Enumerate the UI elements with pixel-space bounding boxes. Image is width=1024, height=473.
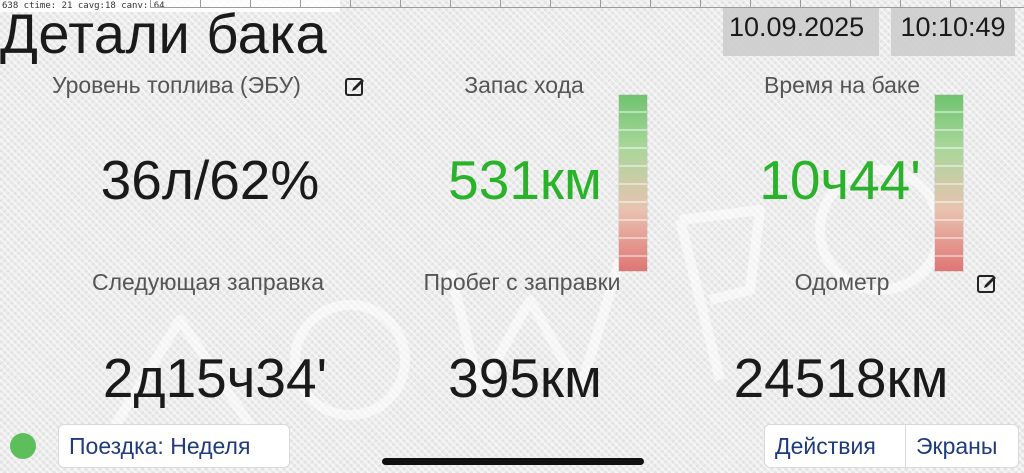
odometer-label: Одометр	[794, 269, 890, 295]
next-refuel-value: 2д15ч34'	[102, 347, 328, 409]
odometer-value: 24518км	[733, 347, 949, 409]
range-label: Запас хода	[464, 72, 584, 98]
status-indicator-icon	[10, 433, 36, 459]
tank-time-gauge	[934, 94, 964, 272]
time-display: 10:10:49	[891, 8, 1015, 56]
screens-button[interactable]: Экраны	[905, 424, 1019, 468]
tank-time-label: Время на баке	[763, 72, 920, 98]
date-display: 10.09.2025	[723, 8, 879, 56]
page-title: Детали бака	[0, 2, 328, 65]
home-indicator[interactable]	[382, 458, 644, 465]
trip-period-button[interactable]: Поездка: Неделя	[58, 424, 290, 468]
actions-button[interactable]: Действия	[764, 424, 906, 468]
edit-icon[interactable]	[344, 75, 366, 97]
range-value: 531км	[448, 149, 602, 211]
next-refuel-label: Следующая заправка	[92, 269, 324, 295]
edit-icon[interactable]	[976, 272, 998, 294]
mileage-since-refuel-value: 395км	[448, 347, 602, 409]
range-gauge	[618, 94, 648, 272]
fuel-level-label: Уровень топлива (ЭБУ)	[52, 72, 301, 98]
mileage-since-refuel-label: Пробег с заправки	[423, 269, 621, 295]
fuel-level-value: 36л/62%	[100, 149, 320, 211]
tank-time-value: 10ч44'	[759, 149, 921, 211]
